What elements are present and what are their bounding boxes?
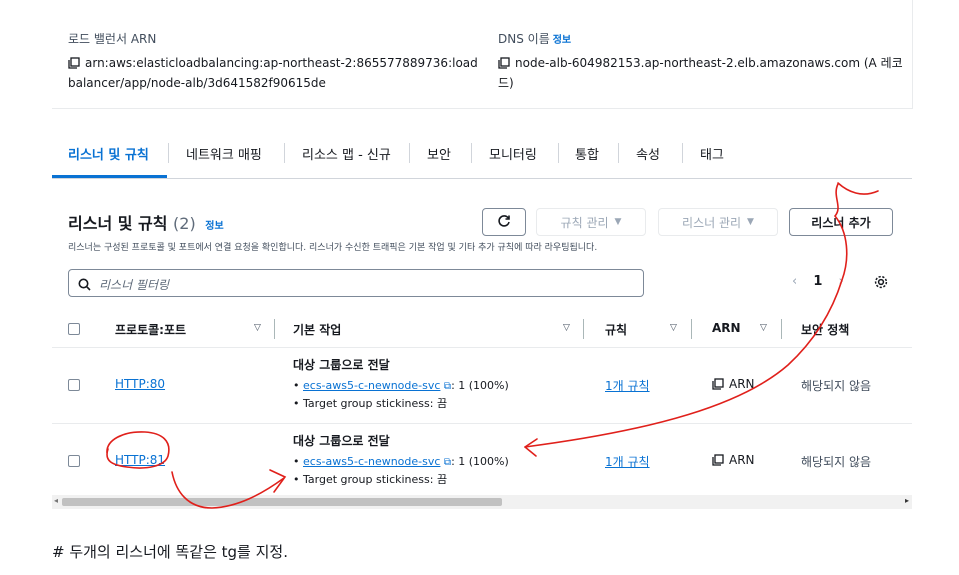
external-link-icon[interactable]: ⧉	[444, 457, 451, 468]
default-action: 대상 그룹으로 전달 • ecs-aws5-c-newnode-svc ⧉: 1…	[293, 358, 509, 410]
tab-listeners-rules[interactable]: 리스너 및 규칙	[68, 144, 149, 163]
next-page-icon[interactable]: ›	[839, 274, 844, 289]
refresh-button[interactable]	[482, 208, 526, 236]
tab-security[interactable]: 보안	[427, 144, 451, 163]
copy-icon[interactable]	[68, 55, 80, 69]
protocol-port-link[interactable]: HTTP:81	[115, 453, 165, 467]
security-policy-value: 해당되지 않음	[801, 379, 872, 393]
sort-caret-icon[interactable]: ▽	[760, 323, 767, 333]
copy-icon[interactable]	[498, 55, 510, 69]
dns-value-line2: 드)	[498, 76, 514, 90]
stickiness-text: Target group stickiness: 끔	[303, 397, 448, 410]
caret-down-icon: ▼	[614, 217, 622, 227]
listener-filter[interactable]: 리스너 필터링	[68, 269, 644, 297]
rules-link[interactable]: 1개 규칙	[605, 453, 650, 470]
scrollbar-thumb[interactable]	[62, 498, 502, 506]
tab-monitoring[interactable]: 모니터링	[489, 144, 537, 163]
panel-info-link[interactable]: 정보	[205, 221, 223, 232]
horizontal-scrollbar[interactable]: ◂ ▸	[52, 495, 912, 509]
table-row: HTTP:80 대상 그룹으로 전달 • ecs-aws5-c-newnode-…	[52, 347, 912, 424]
sort-caret-icon[interactable]: ▽	[254, 323, 261, 333]
col-arn[interactable]: ARN	[712, 321, 741, 335]
col-security-policy[interactable]: 보안 정책	[801, 321, 849, 338]
dns-info-link[interactable]: 정보	[553, 35, 571, 46]
manage-rules-button[interactable]: 규칙 관리 ▼	[536, 208, 646, 236]
sort-caret-icon[interactable]: ▽	[563, 323, 570, 333]
col-protocol-port[interactable]: 프로토콜:포트	[115, 321, 186, 338]
sort-caret-icon[interactable]: ▽	[670, 323, 677, 333]
settings-gear-icon[interactable]	[873, 274, 889, 294]
tab-attributes[interactable]: 속성	[636, 144, 660, 163]
listeners-panel: 리스너 및 규칙 (2) 정보 리스너는 구성된 프로토콜 및 포트에서 연결 …	[52, 190, 912, 515]
search-icon	[78, 276, 91, 295]
stickiness-text: Target group stickiness: 끔	[303, 473, 448, 486]
arn-value-line1: arn:aws:elasticloadbalancing:ap-northeas…	[85, 56, 478, 70]
tab-bar: 리스너 및 규칙 네트워크 매핑 리소스 맵 - 신규 보안 모니터링 통합 속…	[52, 132, 912, 179]
panel-title: 리스너 및 규칙	[68, 214, 168, 233]
tab-resource-map[interactable]: 리소스 맵 - 신규	[302, 144, 391, 163]
prev-page-icon[interactable]: ‹	[792, 274, 797, 289]
target-group-link[interactable]: ecs-aws5-c-newnode-svc	[303, 379, 440, 392]
row-checkbox[interactable]	[68, 455, 80, 467]
tg-weight: : 1 (100%)	[451, 455, 509, 468]
tab-network-mapping[interactable]: 네트워크 매핑	[186, 144, 262, 163]
pagination: ‹ 1 ›	[792, 274, 844, 289]
arn-value-line2: balancer/app/node-alb/3d641582f90615de	[68, 76, 326, 90]
tab-tags[interactable]: 태그	[700, 144, 724, 163]
table-row: HTTP:81 대상 그룹으로 전달 • ecs-aws5-c-newnode-…	[52, 423, 912, 500]
arn-section: 로드 밸런서 ARN arn:aws:elasticloadbalancing:…	[68, 30, 478, 93]
target-group-link[interactable]: ecs-aws5-c-newnode-svc	[303, 455, 440, 468]
copy-icon	[712, 454, 724, 466]
tg-weight: : 1 (100%)	[451, 379, 509, 392]
security-policy-value: 해당되지 않음	[801, 455, 872, 469]
row-checkbox[interactable]	[68, 379, 80, 391]
copy-icon	[712, 378, 724, 390]
action-title: 대상 그룹으로 전달	[293, 434, 390, 448]
arn-text: ARN	[729, 377, 755, 391]
rules-link[interactable]: 1개 규칙	[605, 377, 650, 394]
dns-label: DNS 이름	[498, 32, 550, 46]
arn-copy[interactable]: ARN	[712, 453, 755, 467]
load-balancer-page: 로드 밸런서 ARN arn:aws:elasticloadbalancing:…	[52, 0, 913, 515]
active-tab-indicator	[52, 175, 167, 178]
scroll-left-icon[interactable]: ◂	[54, 496, 58, 505]
manage-rules-label: 규칙 관리	[560, 215, 609, 230]
table-header: 프로토콜:포트 ▽ 기본 작업 ▽ 규칙 ▽ ARN ▽ 보안 정책	[52, 315, 912, 347]
default-action: 대상 그룹으로 전달 • ecs-aws5-c-newnode-svc ⧉: 1…	[293, 434, 509, 486]
annotation-caption: # 두개의 리스너에 똑같은 tg를 지정.	[52, 543, 288, 561]
load-balancer-details: 로드 밸런서 ARN arn:aws:elasticloadbalancing:…	[52, 0, 913, 109]
panel-heading: 리스너 및 규칙 (2) 정보	[68, 210, 224, 234]
external-link-icon[interactable]: ⧉	[444, 381, 451, 392]
dns-section: DNS 이름 정보 node-alb-604982153.ap-northeast…	[498, 30, 903, 93]
search-placeholder: 리스너 필터링	[99, 278, 170, 292]
dns-value-line1: node-alb-604982153.ap-northeast-2.elb.am…	[515, 56, 903, 70]
arn-label: 로드 밸런서 ARN	[68, 32, 157, 46]
col-default-action[interactable]: 기본 작업	[293, 321, 341, 338]
arn-copy[interactable]: ARN	[712, 377, 755, 391]
caret-down-icon: ▼	[747, 217, 754, 227]
arn-text: ARN	[729, 453, 755, 467]
select-all-checkbox[interactable]	[68, 323, 80, 335]
tab-integration[interactable]: 통합	[575, 144, 599, 163]
refresh-icon	[497, 214, 511, 231]
add-listener-button[interactable]: 리스너 추가	[789, 208, 893, 236]
manage-listener-label: 리스너 관리	[682, 215, 742, 230]
col-rules[interactable]: 규칙	[605, 321, 627, 338]
panel-description: 리스너는 구성된 프로토콜 및 포트에서 연결 요청을 확인합니다. 리스너가 …	[68, 243, 598, 253]
protocol-port-link[interactable]: HTTP:80	[115, 377, 165, 391]
action-title: 대상 그룹으로 전달	[293, 358, 390, 372]
scroll-right-icon[interactable]: ▸	[905, 496, 909, 505]
current-page[interactable]: 1	[813, 274, 822, 289]
listener-count: (2)	[173, 214, 196, 233]
manage-listener-button[interactable]: 리스너 관리 ▼	[658, 208, 778, 236]
